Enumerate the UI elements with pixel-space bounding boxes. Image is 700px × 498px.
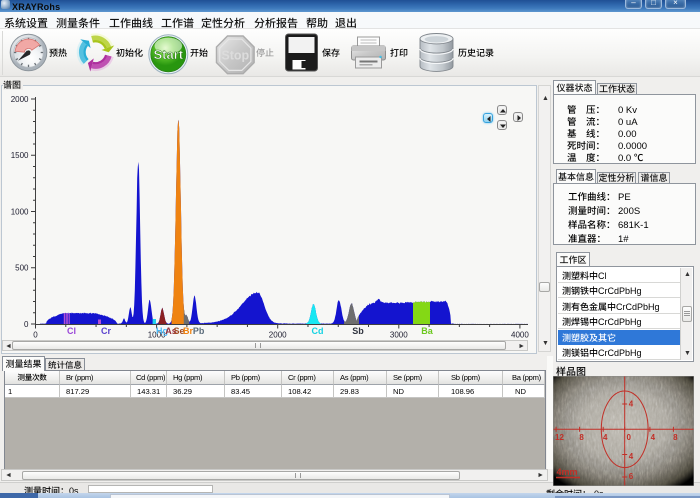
svg-text:2000: 2000 [11, 95, 29, 104]
svg-text:1000: 1000 [11, 207, 29, 216]
svg-text:0: 0 [33, 331, 38, 340]
svg-text:Cd: Cd [312, 326, 324, 336]
svg-text:4mm: 4mm [556, 467, 577, 477]
svg-text:Start: Start [153, 47, 183, 62]
svg-text:Cr: Cr [101, 326, 111, 336]
svg-text:Ba: Ba [421, 326, 433, 336]
svg-text:8: 8 [579, 433, 584, 442]
svg-text:4: 4 [629, 400, 634, 409]
svg-text:Sb: Sb [352, 326, 364, 336]
svg-text:1500: 1500 [11, 151, 29, 160]
svg-text:Cl: Cl [67, 326, 76, 336]
svg-text:Stop: Stop [221, 48, 249, 62]
svg-text:Pb: Pb [193, 326, 205, 336]
svg-text:500: 500 [15, 264, 29, 273]
svg-text:3000: 3000 [390, 331, 408, 340]
svg-text:2000: 2000 [269, 331, 287, 340]
svg-text:12: 12 [555, 433, 564, 442]
svg-text:0: 0 [24, 320, 29, 329]
svg-text:4: 4 [603, 433, 608, 442]
svg-text:4000: 4000 [511, 331, 529, 340]
svg-text:4: 4 [629, 452, 634, 461]
svg-text:6: 6 [629, 472, 634, 481]
svg-text:4: 4 [651, 433, 656, 442]
svg-text:8: 8 [673, 433, 678, 442]
svg-text:0: 0 [626, 433, 631, 442]
